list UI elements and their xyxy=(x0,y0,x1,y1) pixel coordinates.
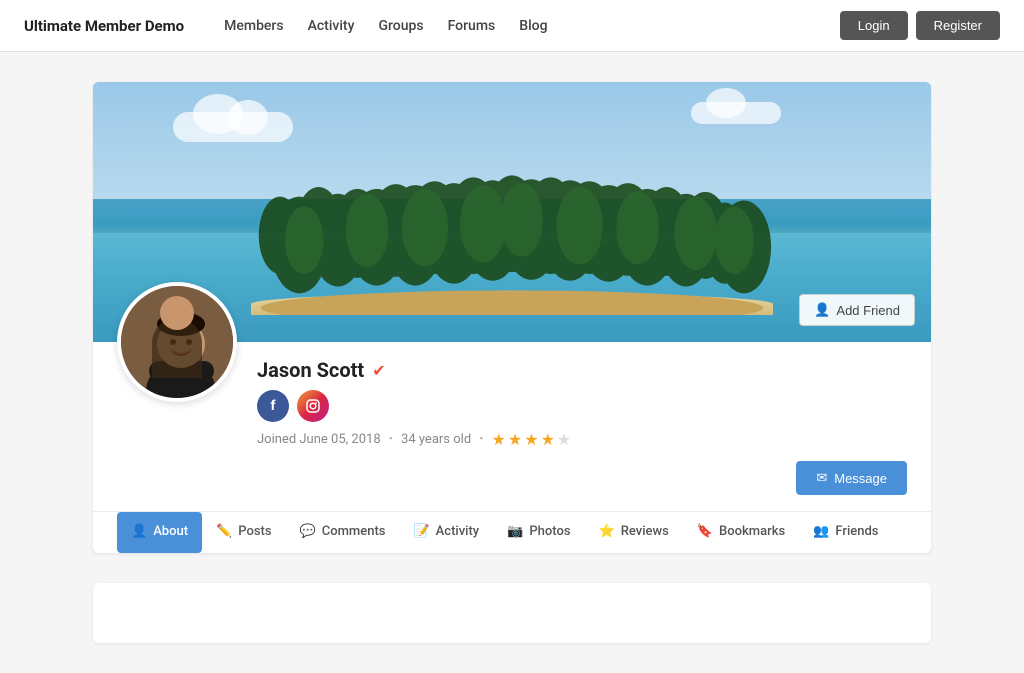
tab-photos[interactable]: 📷 Photos xyxy=(493,512,584,553)
tab-activity[interactable]: 📝 Activity xyxy=(399,512,493,553)
avatar-svg xyxy=(121,286,233,398)
cloud-2 xyxy=(691,102,781,124)
avatar-image xyxy=(121,286,233,398)
instagram-link[interactable] xyxy=(297,390,329,422)
tab-friends[interactable]: 👥 Friends xyxy=(799,512,892,553)
tab-friends-label: Friends xyxy=(835,524,878,539)
tab-posts[interactable]: ✏️ Posts xyxy=(202,512,286,553)
add-friend-button[interactable]: 👤 Add Friend xyxy=(799,294,915,326)
profile-meta: Joined June 05, 2018 • 34 years old • ★ … xyxy=(257,430,907,449)
nav-members[interactable]: Members xyxy=(224,18,283,34)
tab-comments[interactable]: 💬 Comments xyxy=(286,512,400,553)
login-button[interactable]: Login xyxy=(840,11,908,40)
nav-groups[interactable]: Groups xyxy=(378,18,423,34)
tab-photos-label: Photos xyxy=(529,524,570,539)
friends-icon: 👥 xyxy=(813,524,829,539)
message-label: Message xyxy=(834,471,887,486)
star-4: ★ xyxy=(541,430,555,449)
tab-about-label: About xyxy=(153,524,188,539)
avatar xyxy=(117,282,237,402)
dot-separator-2: • xyxy=(479,432,483,447)
facebook-link[interactable]: f xyxy=(257,390,289,422)
about-icon: 👤 xyxy=(131,524,147,539)
nav-forums[interactable]: Forums xyxy=(448,18,496,34)
posts-icon: ✏️ xyxy=(216,524,232,539)
content-area xyxy=(77,583,947,643)
trees-svg xyxy=(222,175,802,315)
tab-posts-label: Posts xyxy=(238,524,271,539)
nav-activity[interactable]: Activity xyxy=(308,18,355,34)
profile-name: Jason Scott xyxy=(257,358,364,382)
cover-island xyxy=(222,155,802,315)
message-icon: ✉ xyxy=(816,470,827,486)
star-3: ★ xyxy=(524,430,538,449)
comments-icon: 💬 xyxy=(300,524,316,539)
profile-card: 👤 Add Friend xyxy=(93,82,931,553)
main-nav: Members Activity Groups Forums Blog xyxy=(224,18,840,34)
verified-icon: ✔ xyxy=(372,361,385,380)
add-friend-icon: 👤 xyxy=(814,302,830,318)
main-content: 👤 Add Friend xyxy=(77,82,947,553)
bookmarks-icon: 🔖 xyxy=(697,524,713,539)
content-panel xyxy=(93,583,931,643)
join-date: Joined June 05, 2018 xyxy=(257,432,381,447)
tab-reviews[interactable]: ⭐ Reviews xyxy=(585,512,683,553)
profile-info: Jason Scott ✔ f Joined June 05, 2018 • 3… xyxy=(93,342,931,511)
site-header: Ultimate Member Demo Members Activity Gr… xyxy=(0,0,1024,52)
dot-separator-1: • xyxy=(389,432,393,447)
tab-bookmarks-label: Bookmarks xyxy=(719,524,785,539)
message-button[interactable]: ✉ Message xyxy=(796,461,907,495)
star-5: ★ xyxy=(557,430,571,449)
tab-about[interactable]: 👤 About xyxy=(117,512,202,553)
tab-comments-label: Comments xyxy=(322,524,386,539)
header-actions: Login Register xyxy=(840,11,1000,40)
cloud-1 xyxy=(173,112,293,142)
tab-reviews-label: Reviews xyxy=(621,524,669,539)
site-logo: Ultimate Member Demo xyxy=(24,17,184,35)
message-btn-wrap: ✉ Message xyxy=(117,449,907,511)
tab-bookmarks[interactable]: 🔖 Bookmarks xyxy=(683,512,799,553)
tab-activity-label: Activity xyxy=(436,524,480,539)
star-2: ★ xyxy=(508,430,522,449)
tree-row xyxy=(222,175,802,315)
age: 34 years old xyxy=(401,432,471,447)
add-friend-label: Add Friend xyxy=(836,303,900,318)
nav-blog[interactable]: Blog xyxy=(519,18,547,34)
photos-icon: 📷 xyxy=(507,524,523,539)
activity-icon: 📝 xyxy=(413,524,429,539)
register-button[interactable]: Register xyxy=(916,11,1000,40)
star-rating: ★ ★ ★ ★ ★ xyxy=(492,430,572,449)
reviews-icon: ⭐ xyxy=(599,524,615,539)
profile-name-row: Jason Scott ✔ xyxy=(257,342,907,382)
social-icons: f xyxy=(257,390,907,422)
profile-tabs: 👤 About ✏️ Posts 💬 Comments 📝 Activity 📷… xyxy=(93,511,931,553)
star-1: ★ xyxy=(492,430,506,449)
instagram-icon xyxy=(305,398,321,414)
